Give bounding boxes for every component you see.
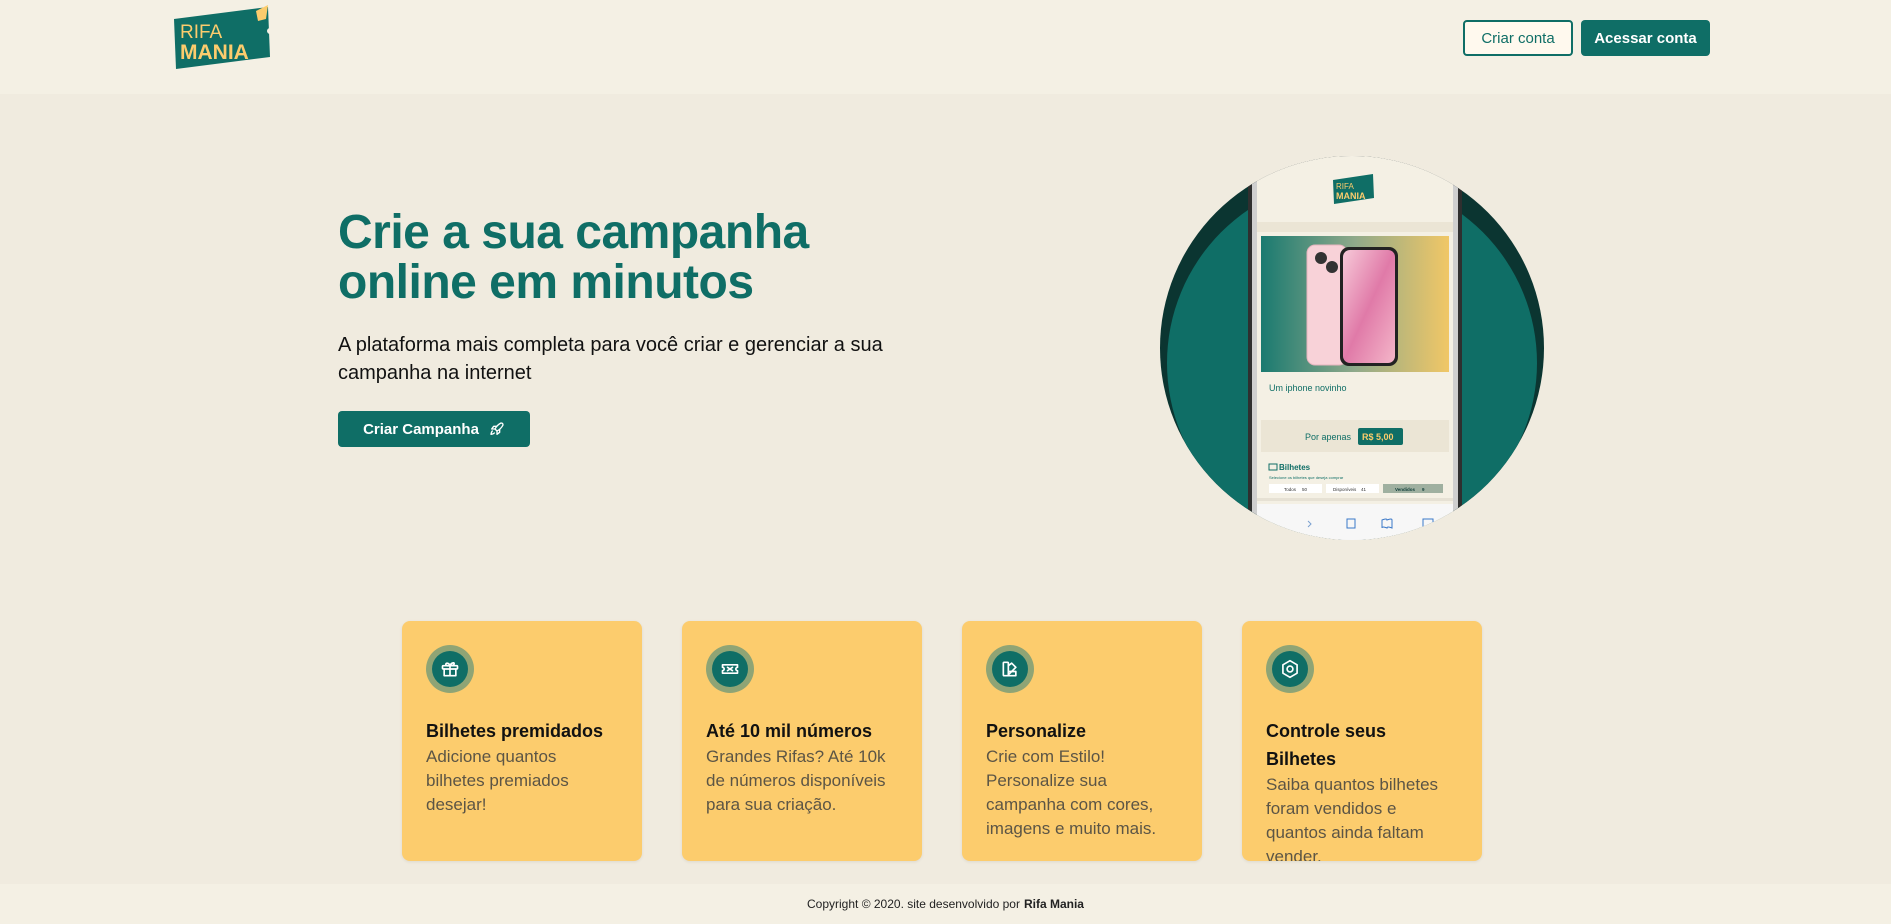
phone-logo-rifa: RIFA [1336,182,1354,191]
feature-card-ten-thousand-numbers: Até 10 mil números Grandes Rifas? Até 10… [682,621,922,861]
feature-description: Adicione quantos bilhetes premiados dese… [426,747,569,814]
feature-title: Controle seus Bilhetes [1266,721,1387,769]
feature-card-control-tickets: Controle seus Bilhetes Saiba quantos bil… [1242,621,1482,861]
access-account-button[interactable]: Acessar conta [1581,20,1710,56]
hero-subtitle: A plataforma mais completa para você cri… [338,334,883,384]
phone-tickets-hint: Selecione os bilhetes que deseja comprar [1269,475,1344,480]
phone-notch [1303,131,1407,147]
palette-icon-badge [986,645,1034,693]
footer: Copyright © 2020. site desenvolvido por … [0,884,1891,924]
create-campaign-button[interactable]: Criar Campanha [338,411,530,447]
footer-brand: Rifa Mania [1023,897,1084,911]
phone-filter-available: Disponíveis [1333,487,1357,492]
feature-card-prize-tickets: Bilhetes premidados Adicione quantos bil… [402,621,642,861]
create-account-button[interactable]: Criar conta [1463,20,1573,56]
phone-product-title: Um iphone novinho [1269,383,1347,393]
ticket-icon [721,664,739,674]
feature-title: Até 10 mil números [706,721,873,741]
palette-icon [1002,661,1017,677]
feature-title: Bilhetes premidados [426,721,604,741]
phone-mockup-illustration: 09:41 RIFA MANIA Um iphone novinho Por a… [1160,131,1544,540]
feature-description: Grandes Rifas? Até 10k de números dispon… [706,747,886,814]
feature-description: Saiba quantos bilhetes foram vendidos e … [1266,775,1439,861]
phone-tickets-title: Bilhetes [1279,463,1311,472]
create-campaign-label: Criar Campanha [363,420,479,438]
phone-filter-all-count: 50 [1302,487,1308,492]
phone-logo-mania: MANIA [1336,191,1366,201]
logo-text-mania: MANIA [180,41,249,64]
features-section: Bilhetes premidados Adicione quantos bil… [402,621,1482,861]
phone-price-label: Por apenas [1305,432,1352,442]
rocket-icon [490,422,504,435]
copyright-text: Copyright © 2020. site desenvolvido por [807,897,1020,911]
gift-icon-badge [426,645,474,693]
phone-time: 09:41 [1268,142,1281,148]
phone-filter-all: Todos [1284,487,1297,492]
phone-filter-sold: Vendidos [1395,487,1416,492]
top-navbar: RIFA MANIA Criar conta Acessar conta [0,0,1891,94]
phone-price-value: R$ 5,00 [1362,432,1394,442]
gift-icon [441,662,459,677]
rifa-mania-logo[interactable]: RIFA MANIA [172,5,272,71]
logo-text-rifa: RIFA [180,22,223,43]
ticket-icon-badge [706,645,754,693]
feature-description: Crie com Estilo! Personalize sua campanh… [986,747,1157,838]
hex-settings-icon-badge [1266,645,1314,693]
feature-title: Personalize [986,721,1087,741]
feature-card-personalize: Personalize Crie com Estilo! Personalize… [962,621,1202,861]
hero-title: Crie a sua campanha online em minutos [338,206,809,309]
hex-settings-icon [1282,659,1298,679]
phone-filter-available-count: 41 [1361,487,1367,492]
